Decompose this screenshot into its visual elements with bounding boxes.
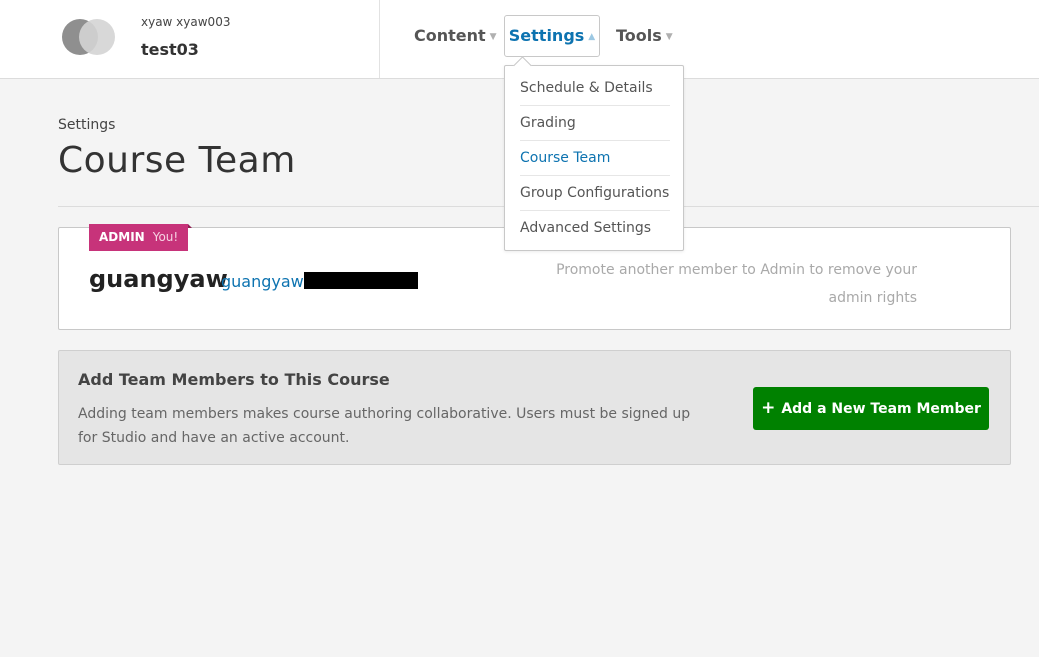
chevron-down-icon: ▼ (489, 32, 497, 42)
badge-fold (188, 224, 193, 228)
member-username: guangyaw (89, 265, 228, 293)
add-panel-title: Add Team Members to This Course (78, 370, 390, 389)
dropdown-item-advanced-settings[interactable]: Advanced Settings (520, 211, 670, 245)
logo-circle-right (79, 19, 115, 55)
dropdown-item-grading[interactable]: Grading (520, 106, 670, 141)
page-section-label: Settings (58, 117, 116, 133)
nav-content-label: Content (414, 26, 486, 45)
header-divider (379, 0, 380, 78)
plus-icon: + (761, 398, 776, 418)
admin-note: Promote another member to Admin to remov… (556, 262, 917, 306)
member-email-text: guangyaw (221, 272, 304, 291)
nav-tools-label: Tools (616, 26, 662, 45)
add-team-member-button[interactable]: + Add a New Team Member (753, 387, 989, 430)
nav-content-menu[interactable]: Content ▼ (414, 16, 497, 56)
you-label: You! (152, 230, 179, 244)
dropdown-item-schedule-details[interactable]: Schedule & Details (520, 71, 670, 106)
studio-logo[interactable] (62, 19, 116, 55)
nav-tools-menu[interactable]: Tools ▼ (616, 16, 673, 56)
dropdown-item-course-team[interactable]: Course Team (520, 141, 670, 176)
admin-badge: ADMIN You! (89, 224, 193, 251)
course-org-number[interactable]: xyaw xyaw003 (141, 15, 230, 29)
dropdown-item-group-configurations[interactable]: Group Configurations (520, 176, 670, 211)
nav-settings-menu[interactable]: Settings ▲ (504, 15, 600, 57)
settings-dropdown: Schedule & Details Grading Course Team G… (504, 56, 684, 251)
add-panel-description: Adding team members makes course authori… (78, 406, 691, 446)
chevron-up-icon: ▲ (588, 32, 596, 42)
member-email-link[interactable]: guangyaw (221, 272, 418, 291)
course-name[interactable]: test03 (141, 40, 199, 59)
page-title: Course Team (58, 140, 296, 181)
nav-settings-label: Settings (508, 26, 585, 45)
redacted-block (303, 272, 418, 289)
add-team-members-panel: Add Team Members to This Course Adding t… (58, 350, 1011, 465)
admin-role-label: ADMIN (99, 230, 145, 244)
chevron-down-icon: ▼ (665, 32, 673, 42)
add-button-label: Add a New Team Member (781, 401, 981, 417)
